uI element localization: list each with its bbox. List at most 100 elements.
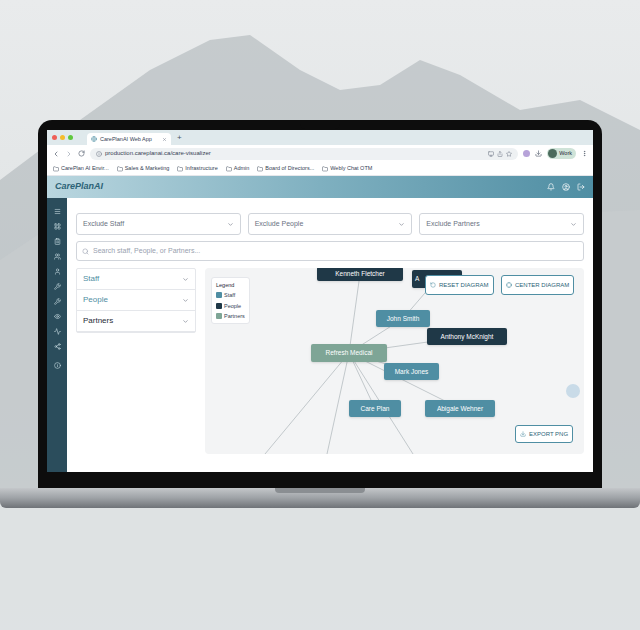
tab-title: CarePlanAI Web App: [100, 135, 159, 143]
diagram-node[interactable]: Kenneth Fletcher: [317, 268, 403, 281]
minimize-dot[interactable]: [60, 135, 65, 140]
clipboard-icon[interactable]: [54, 238, 61, 245]
folder-icon: [53, 166, 59, 172]
profile-pill[interactable]: Work: [547, 148, 576, 159]
zoom-handle[interactable]: [566, 384, 580, 398]
laptop: CarePlanAI Web App + production.careplanai…: [0, 0, 640, 508]
search-field[interactable]: Search staff, People, or Partners...: [76, 241, 584, 261]
main: Exclude Staff Exclude People Exclude Partn…: [67, 198, 593, 472]
browser-tab-bar: CarePlanAI Web App +: [47, 130, 593, 145]
users-icon[interactable]: [54, 253, 61, 260]
chevron-down-icon: [398, 221, 405, 228]
category-accordion[interactable]: Staff: [77, 269, 195, 290]
reset-icon: [430, 282, 436, 288]
diagram-node[interactable]: Mark Jones: [384, 363, 439, 380]
bookmark[interactable]: Board of Directors...: [257, 164, 314, 172]
crosshair-icon: [506, 282, 512, 288]
export-png-button[interactable]: EXPORT PNG: [515, 425, 573, 443]
bell-icon[interactable]: [547, 183, 555, 191]
filter-select[interactable]: Exclude Staff: [76, 213, 241, 235]
laptop-base: [0, 488, 640, 508]
sidebar: [47, 198, 67, 472]
url-text: production.careplanai.ca/care-visualizer: [105, 149, 211, 158]
activity-icon[interactable]: [54, 328, 61, 335]
user-icon[interactable]: [54, 268, 61, 275]
search-icon: [82, 248, 89, 255]
bookmark-star-icon[interactable]: [506, 151, 512, 157]
bookmark[interactable]: Sales & Marketing: [117, 164, 170, 172]
diagram-canvas[interactable]: LegendStaffPeoplePartnersKenneth Fletche…: [205, 268, 584, 454]
tool-icon[interactable]: [54, 298, 61, 305]
bookmark[interactable]: Admin: [226, 164, 250, 172]
laptop-lid: CarePlanAI Web App + production.careplanai…: [38, 120, 602, 488]
filter-select[interactable]: Exclude Partners: [419, 213, 584, 235]
forward-icon[interactable]: [65, 150, 73, 158]
diagram-node[interactable]: Refresh Medical: [311, 344, 387, 362]
reset-diagram-button[interactable]: RESET DIAGRAM: [425, 275, 494, 295]
folder-icon: [226, 166, 232, 172]
info-icon[interactable]: [54, 362, 61, 369]
base-notch: [275, 488, 365, 493]
camera-notch: [300, 120, 340, 129]
wrench-icon[interactable]: [54, 283, 61, 290]
maximize-dot[interactable]: [68, 135, 73, 140]
diagram-node[interactable]: Anthony McKnight: [427, 328, 507, 345]
address-bar: production.careplanai.ca/care-visualizer…: [47, 145, 593, 162]
grid-icon[interactable]: [54, 223, 61, 230]
legend-swatch: [216, 292, 222, 298]
chevron-down-icon: [182, 297, 189, 304]
cast-icon[interactable]: [488, 151, 494, 157]
folder-icon: [257, 166, 263, 172]
chevron-down-icon: [182, 276, 189, 283]
page: CarePlanAI Web App + production.careplanai…: [0, 0, 640, 630]
category-accordion[interactable]: Partners: [77, 311, 195, 332]
legend-swatch: [216, 303, 222, 309]
diagram-edge: [349, 274, 360, 353]
legend-swatch: [216, 313, 222, 319]
download-icon: [520, 431, 526, 437]
menu-icon[interactable]: [54, 208, 61, 215]
back-icon[interactable]: [52, 150, 60, 158]
content-row: StaffPeoplePartnersLegendStaffPeoplePart…: [76, 268, 584, 454]
user-icon[interactable]: [562, 183, 570, 191]
filter-select[interactable]: Exclude People: [248, 213, 413, 235]
bookmark[interactable]: Webly Chat OTM: [322, 164, 372, 172]
logout-icon[interactable]: [577, 183, 585, 191]
close-tab-icon[interactable]: [162, 137, 167, 142]
folder-icon: [322, 166, 328, 172]
extension-icon[interactable]: [523, 150, 530, 157]
folder-icon: [177, 166, 183, 172]
screen: CarePlanAI Web App + production.careplanai…: [47, 130, 593, 472]
category-accordion[interactable]: People: [77, 290, 195, 311]
site-info-icon[interactable]: [96, 151, 102, 157]
bookmark[interactable]: Infrastructure: [177, 164, 217, 172]
new-tab-button[interactable]: +: [177, 134, 182, 142]
center-diagram-button[interactable]: CENTER DIAGRAM: [501, 275, 574, 295]
filter-row: Exclude Staff Exclude People Exclude Partn…: [76, 213, 584, 235]
eye-icon[interactable]: [54, 313, 61, 320]
avatar-icon: [548, 149, 557, 158]
download-icon[interactable]: [535, 150, 542, 157]
diagram-node[interactable]: John Smith: [376, 310, 430, 327]
folder-icon: [117, 166, 123, 172]
chevron-down-icon: [570, 221, 577, 228]
legend-item: People: [216, 302, 245, 310]
window-controls: [52, 135, 73, 140]
share-icon[interactable]: [54, 343, 61, 350]
browser-tab[interactable]: CarePlanAI Web App: [87, 133, 171, 145]
diagram-node[interactable]: Care Plan: [349, 400, 401, 417]
favicon-icon: [91, 136, 97, 142]
url-field[interactable]: production.careplanai.ca/care-visualizer: [90, 148, 518, 160]
diagram-node[interactable]: Abigale Wehner: [425, 400, 495, 417]
share-icon[interactable]: [497, 151, 503, 157]
app-logo[interactable]: CarePlanAI: [55, 180, 103, 194]
legend: LegendStaffPeoplePartners: [211, 277, 250, 324]
bookmark[interactable]: CarePlan AI Envir...: [53, 164, 109, 172]
legend-item: Partners: [216, 312, 245, 320]
bookmarks-bar: CarePlan AI Envir... Sales & Marketing Inf…: [47, 162, 593, 176]
menu-icon[interactable]: [581, 150, 588, 157]
chevron-down-icon: [227, 221, 234, 228]
reload-icon[interactable]: [78, 150, 85, 157]
chevron-down-icon: [182, 318, 189, 325]
close-dot[interactable]: [52, 135, 57, 140]
